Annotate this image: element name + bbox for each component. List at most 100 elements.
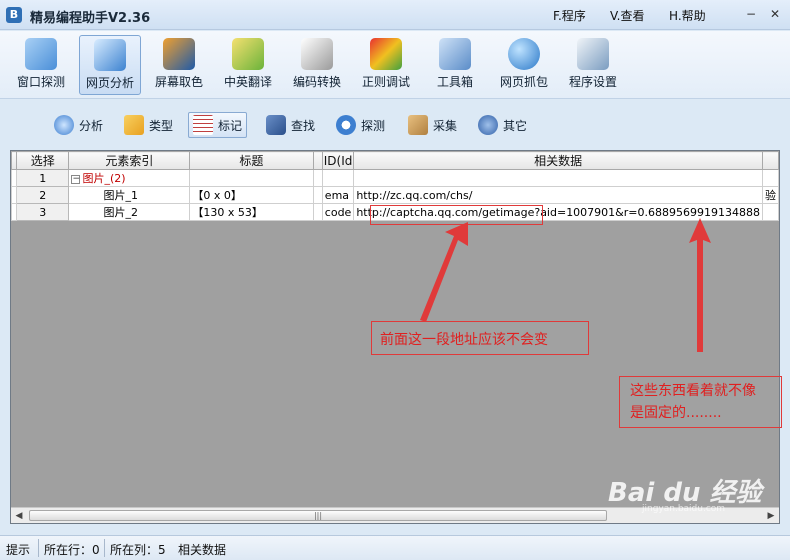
window-title: 精易编程助手V2.36: [30, 11, 151, 26]
title-bar: B 精易编程助手V2.36 F.程序 V.查看 H.帮助 − ✕: [0, 0, 790, 30]
menu-help[interactable]: H.帮助: [669, 7, 706, 24]
col-header-narrow[interactable]: [312, 151, 323, 170]
tool-packet-capture[interactable]: 网页抓包: [493, 35, 555, 95]
subtool-label: 类型: [149, 118, 174, 133]
col-header-title[interactable]: 标题: [189, 151, 314, 170]
col-header-element-index[interactable]: 元素索引: [68, 151, 191, 170]
tool-label: 编码转换: [292, 75, 341, 89]
col-header-select[interactable]: 选择: [15, 151, 70, 170]
tool-regex[interactable]: 正则调试: [355, 35, 417, 95]
tool-toolbox[interactable]: 工具箱: [424, 35, 486, 95]
tool-webpage-analyze[interactable]: 网页分析: [79, 35, 141, 95]
subtool-label: 采集: [433, 118, 458, 133]
status-column: 所在列：5: [110, 543, 166, 557]
collect-icon: [408, 115, 428, 135]
cell-related-data[interactable]: [353, 169, 763, 187]
annotation-note-line: 是固定的........: [630, 405, 722, 421]
cell-related-data[interactable]: http://zc.qq.com/chs/: [353, 186, 763, 204]
cell-narrow: [312, 203, 323, 221]
scroll-right-icon[interactable]: ▶: [763, 508, 779, 524]
cell-element-index[interactable]: 图片_2: [68, 203, 191, 221]
cell-narrow: [312, 186, 323, 204]
cell-extra: [761, 203, 780, 221]
subtool-label: 探测: [361, 118, 386, 133]
cell-title[interactable]: 【0 x 0】: [189, 186, 314, 204]
status-data: 相关数据: [178, 543, 227, 557]
subtool-analyze[interactable]: 分析: [50, 112, 107, 138]
subtool-collect[interactable]: 采集: [404, 112, 461, 138]
cell-extra: 验: [761, 186, 780, 204]
cell-element-index[interactable]: − 图片_(2): [68, 169, 191, 187]
tool-window-probe[interactable]: 窗口探测: [10, 35, 72, 95]
tree-collapse-icon[interactable]: −: [71, 174, 81, 184]
menu-view[interactable]: V.查看: [610, 7, 644, 24]
tool-label: 正则调试: [361, 75, 410, 89]
cell-id[interactable]: [321, 169, 355, 187]
mark-icon: [193, 115, 213, 135]
toolbox-icon: [439, 38, 471, 70]
subtool-label: 标记: [218, 118, 243, 133]
annotation-note-variable-params: 这些东西看着就不像 是固定的........: [619, 376, 782, 428]
col-header-related-data[interactable]: 相关数据: [353, 151, 763, 170]
subtool-find[interactable]: 查找: [262, 112, 319, 138]
col-header-extra[interactable]: [761, 151, 780, 170]
binoculars-icon: [266, 115, 286, 135]
scroll-thumb[interactable]: |||: [29, 510, 607, 521]
close-button[interactable]: ✕: [766, 6, 784, 22]
scroll-left-icon[interactable]: ◀: [11, 508, 27, 524]
menu-program[interactable]: F.程序: [553, 7, 586, 24]
url-highlight-box: [370, 205, 543, 225]
cell-id[interactable]: ema: [321, 186, 355, 204]
main-toolbar: 窗口探测 网页分析 屏幕取色 中英翻译 编码转换 正则调试 工具箱 网页抓包 程…: [0, 31, 790, 99]
status-divider: [38, 539, 39, 557]
cell-title[interactable]: [189, 169, 314, 187]
row-number[interactable]: 2: [15, 186, 70, 204]
row-number[interactable]: 3: [15, 203, 70, 221]
cell-element-index[interactable]: 图片_1: [68, 186, 191, 204]
settings-icon: [577, 38, 609, 70]
encoding-icon: [301, 38, 333, 70]
packet-capture-icon: [508, 38, 540, 70]
window-probe-icon: [25, 38, 57, 70]
cell-narrow: [312, 169, 323, 187]
tool-label: 窗口探测: [16, 75, 65, 89]
probe-icon: [336, 115, 356, 135]
tool-translate[interactable]: 中英翻译: [217, 35, 279, 95]
regex-icon: [370, 38, 402, 70]
annotation-note-fixed-url: 前面这一段地址应该不会变: [371, 321, 589, 355]
row-number[interactable]: 1: [15, 169, 70, 187]
table-row[interactable]: 2 图片_1 【0 x 0】 ema http://zc.qq.com/chs/…: [11, 186, 780, 204]
tool-label: 屏幕取色: [154, 75, 203, 89]
translate-icon: [232, 38, 264, 70]
type-icon: [124, 115, 144, 135]
tree-node-label: 图片_(2): [82, 172, 126, 185]
sub-toolbar: 分析 类型 标记 查找 探测 采集 其它: [0, 100, 790, 148]
subtool-other[interactable]: 其它: [474, 112, 531, 138]
status-hint: 提示: [6, 543, 31, 557]
annotation-note-line: 这些东西看着就不像: [630, 383, 756, 399]
cell-title[interactable]: 【130 x 53】: [189, 203, 314, 221]
cell-id[interactable]: code: [321, 203, 355, 221]
analyze-icon: [54, 115, 74, 135]
color-picker-icon: [163, 38, 195, 70]
tool-label: 工具箱: [436, 75, 473, 89]
status-divider: [104, 539, 105, 557]
tool-label: 网页分析: [85, 76, 134, 90]
status-row: 所在行：0: [44, 543, 100, 557]
subtool-type[interactable]: 类型: [120, 112, 177, 138]
tool-encoding[interactable]: 编码转换: [286, 35, 348, 95]
tool-label: 中英翻译: [223, 75, 272, 89]
subtool-label: 其它: [503, 118, 528, 133]
status-bar: 提示 所在行：0 所在列：5 相关数据: [0, 535, 790, 560]
minimize-button[interactable]: −: [742, 6, 760, 22]
subtool-probe[interactable]: 探测: [332, 112, 389, 138]
webpage-analyze-icon: [94, 39, 126, 71]
subtool-mark[interactable]: 标记: [188, 112, 248, 138]
table-header-row: 选择 元素索引 标题 ID(Id 相关数据: [11, 151, 780, 170]
cell-extra: [761, 169, 780, 187]
subtool-label: 查找: [291, 118, 316, 133]
tool-color-picker[interactable]: 屏幕取色: [148, 35, 210, 95]
tool-settings[interactable]: 程序设置: [562, 35, 624, 95]
col-header-id[interactable]: ID(Id: [321, 151, 355, 170]
table-row[interactable]: 1 − 图片_(2): [11, 169, 780, 187]
